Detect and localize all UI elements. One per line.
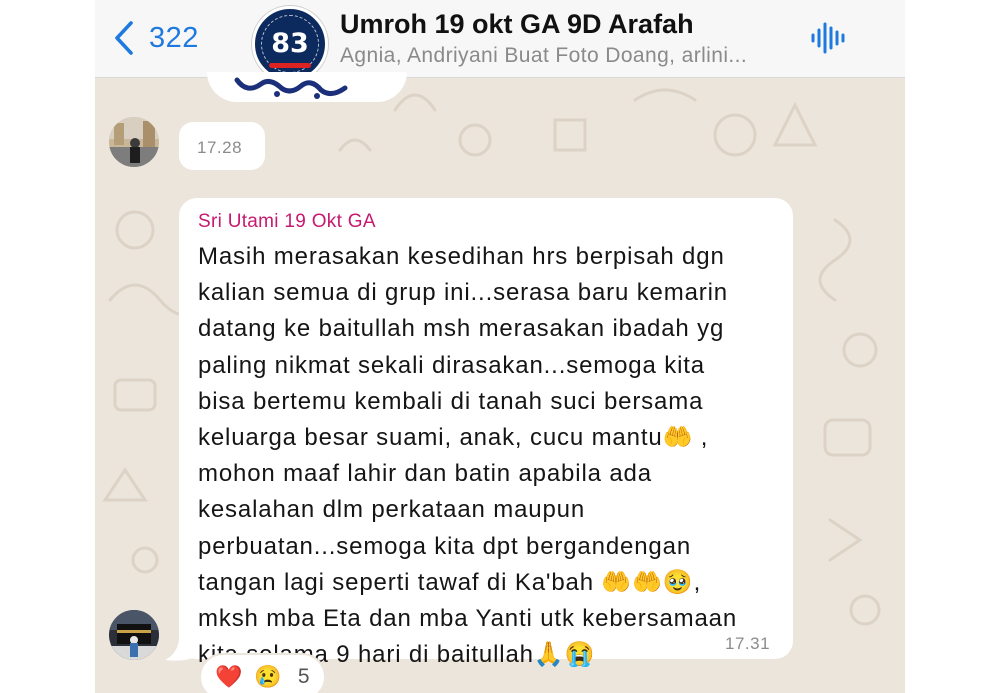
group-title[interactable]: Umroh 19 okt GA 9D Arafah — [340, 9, 694, 40]
reaction-crying-icon: 😢 — [254, 664, 282, 689]
sender-avatar[interactable] — [109, 610, 159, 660]
sender-avatar[interactable] — [109, 117, 159, 167]
message-text: Masih merasakan kesedihan hrs berpisah d… — [198, 243, 738, 669]
reactions-pill[interactable]: ❤️ 😢 5 — [199, 653, 326, 693]
message-time: 17.28 — [197, 138, 243, 157]
group-members[interactable]: Agnia, Andriyani Buat Foto Doang, arlini… — [340, 44, 747, 68]
group-avatar[interactable]: 83 — [252, 6, 328, 82]
voice-waveform-icon[interactable] — [810, 21, 846, 55]
chat-header: 322 83 Umroh 19 okt GA 9D Arafah Agnia, … — [95, 0, 905, 82]
avatar-stripe — [269, 63, 311, 68]
message-time: 17.31 — [725, 634, 771, 653]
chevron-left-icon — [115, 21, 133, 55]
reaction-count: 5 — [297, 665, 310, 688]
avatar-photo — [109, 117, 159, 167]
avatar-number: 83 — [271, 28, 309, 59]
message-sender[interactable]: Sri Utami 19 Okt GA — [198, 211, 376, 233]
sticker-image[interactable] — [207, 72, 407, 102]
back-button[interactable]: 322 — [113, 18, 199, 58]
sticker-calligraphy — [234, 77, 348, 99]
avatar-photo — [109, 610, 159, 660]
chat-window: 322 83 Umroh 19 okt GA 9D Arafah Agnia, … — [95, 0, 905, 693]
message-bubble-image[interactable]: 17.28 — [179, 122, 265, 170]
reaction-heart-icon: ❤️ — [215, 664, 243, 689]
unread-count: 322 — [149, 21, 199, 54]
